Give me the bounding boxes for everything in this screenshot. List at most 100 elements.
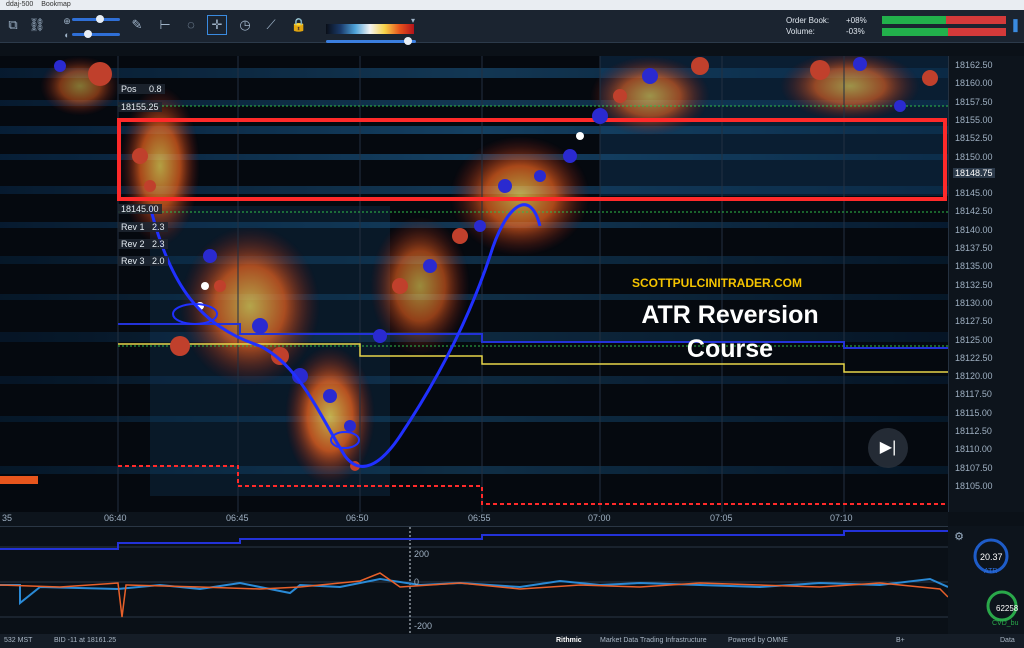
measure-icon[interactable]: ⊢ xyxy=(156,16,174,34)
time-tick: 07:00 xyxy=(588,513,611,523)
heatmap-canvas xyxy=(0,56,948,512)
time-tick: 07:05 xyxy=(710,513,733,523)
zoom-slider-knob[interactable] xyxy=(96,15,104,23)
heatmap-chart[interactable]: Pos 0.8 18155.25 18145.00 Rev 1 2.3 Rev … xyxy=(0,56,948,512)
heatmap-colorbar[interactable] xyxy=(326,24,414,34)
chevron-down-icon[interactable]: ▾ xyxy=(404,12,422,30)
price-tick: 18145.00 xyxy=(955,188,993,199)
price-tick: 18142.50 xyxy=(955,206,993,217)
link-icon[interactable]: ⛓ xyxy=(28,16,46,34)
current-price-label: 18148.75 xyxy=(953,168,995,178)
status-bid: BID -11 at 18161.25 xyxy=(54,637,117,644)
title-bar: ddaj-500 Bookmap xyxy=(0,0,1024,10)
rev1-row: Rev 1 2.3 xyxy=(118,222,168,232)
entry-price-label: 18155.25 xyxy=(118,102,162,112)
rev3-value: 2.0 xyxy=(152,256,165,266)
volume-sell-bar xyxy=(948,28,1006,36)
sub-label-top: 200 xyxy=(414,549,430,559)
rithmic-subtitle: Market Data Trading Infrastructure xyxy=(600,637,707,644)
course-title-line1: ATR Reversion xyxy=(641,301,819,329)
status-bar: 532 MST BID -11 at 18161.25 Rithmic Mark… xyxy=(0,634,1024,648)
order-book-value: +08% xyxy=(846,16,867,25)
order-book-label: Order Book: xyxy=(786,16,830,25)
cvd-orange-line xyxy=(0,572,949,618)
price-tick: 18160.00 xyxy=(955,78,993,89)
brand-watermark: SCOTTPULCINITRADER.COM xyxy=(632,276,802,290)
rev2-label: Rev 2 xyxy=(121,239,145,249)
price-tick: 18127.50 xyxy=(955,316,993,327)
order-book-buy-bar xyxy=(882,16,946,24)
atr-label: ATR xyxy=(984,568,998,575)
sub-label-mid: 0 xyxy=(414,577,420,587)
heatmap-range-knob[interactable] xyxy=(404,37,412,45)
course-title-line2: Course xyxy=(686,335,774,363)
volume-label: Volume: xyxy=(786,27,815,36)
rev2-row: Rev 2 2.3 xyxy=(118,239,168,249)
window-title: Bookmap xyxy=(41,1,71,8)
price-tick: 18125.00 xyxy=(955,334,993,345)
chat-icon[interactable]: ◌ xyxy=(182,16,200,34)
stop-price-label: 18145.00 xyxy=(118,204,162,214)
sub-label-bottom: -200 xyxy=(414,621,433,631)
gauge-canvas xyxy=(973,538,1018,622)
orange-marker xyxy=(0,476,38,484)
indicator-side-widgets: ⚙ 20.37 ATR 62258 CVD_bu xyxy=(948,526,1024,634)
layers-icon[interactable]: ⧉ xyxy=(4,16,22,34)
volume-buy-bar xyxy=(882,28,948,36)
price-axis[interactable]: 18162.50 18160.00 18157.50 18155.00 18152.50… xyxy=(948,56,1024,512)
price-tick: 18157.50 xyxy=(955,96,993,107)
heatmap-range-slider[interactable] xyxy=(326,40,416,43)
clock-icon[interactable]: ◷ xyxy=(236,16,254,34)
app-tag: ddaj-500 xyxy=(6,1,34,8)
status-time: 532 MST xyxy=(4,637,33,644)
atr-value: 20.37 xyxy=(980,552,1003,562)
crosshair-icon[interactable]: ✛ xyxy=(207,15,227,35)
price-tick: 18162.50 xyxy=(955,60,993,70)
price-tick: 18152.50 xyxy=(955,133,993,144)
price-tick: 18107.50 xyxy=(955,462,993,473)
cvd-label: CVD_bu xyxy=(992,620,1019,627)
pos-row: Pos 0.8 xyxy=(118,84,165,94)
time-tick: 06:50 xyxy=(346,513,369,523)
price-tick: 18137.50 xyxy=(955,243,993,253)
omne-label: Powered by OMNE xyxy=(728,637,788,644)
pause-icon[interactable]: ❚❚ xyxy=(1010,16,1024,34)
price-tick: 18155.00 xyxy=(955,114,993,125)
price-tick: 18110.00 xyxy=(955,444,992,455)
contrast-slider[interactable] xyxy=(72,33,120,36)
rev3-row: Rev 3 2.0 xyxy=(118,256,168,266)
price-tick: 18132.50 xyxy=(955,279,993,290)
pencil-icon[interactable]: ✎ xyxy=(128,16,146,34)
order-book-sell-bar xyxy=(946,16,1006,24)
rev2-value: 2.3 xyxy=(152,239,165,249)
skip-forward-button[interactable]: ▶| xyxy=(868,428,908,468)
time-tick: 07:10 xyxy=(830,513,853,523)
lock-icon[interactable]: 🔒 xyxy=(290,16,308,34)
rev3-label: Rev 3 xyxy=(121,256,145,266)
price-tick: 18150.00 xyxy=(955,151,993,162)
contrast-slider-knob[interactable] xyxy=(84,30,92,38)
price-tick: 18112.50 xyxy=(955,426,992,436)
cvd-value: 62258 xyxy=(996,604,1019,613)
pos-value: 0.8 xyxy=(149,84,162,94)
price-tick: 18122.50 xyxy=(955,352,993,363)
time-tick: 35 xyxy=(2,513,13,523)
time-tick: 06:55 xyxy=(468,513,491,523)
indicator-canvas xyxy=(0,527,949,635)
indicator-subchart[interactable]: 200 0 -200 xyxy=(0,526,949,635)
price-tick: 18117.50 xyxy=(955,389,992,400)
rev1-value: 2.3 xyxy=(152,222,165,232)
trend-icon[interactable]: ⟋ xyxy=(262,16,280,34)
price-tick: 18135.00 xyxy=(955,261,993,272)
time-axis: 35 06:40 06:45 06:50 06:55 07:00 07:05 07:10 xyxy=(0,512,948,526)
status-data: Data xyxy=(1000,637,1015,644)
price-tick: 18105.00 xyxy=(955,480,993,491)
volume-value: -03% xyxy=(846,27,865,36)
time-tick: 06:45 xyxy=(226,513,249,523)
price-tick: 18140.00 xyxy=(955,224,993,235)
price-tick: 18120.00 xyxy=(955,371,993,382)
rev1-label: Rev 1 xyxy=(121,222,145,232)
pos-label: Pos xyxy=(121,84,137,94)
rithmic-logo: Rithmic xyxy=(556,637,582,644)
atr-line xyxy=(0,530,948,550)
